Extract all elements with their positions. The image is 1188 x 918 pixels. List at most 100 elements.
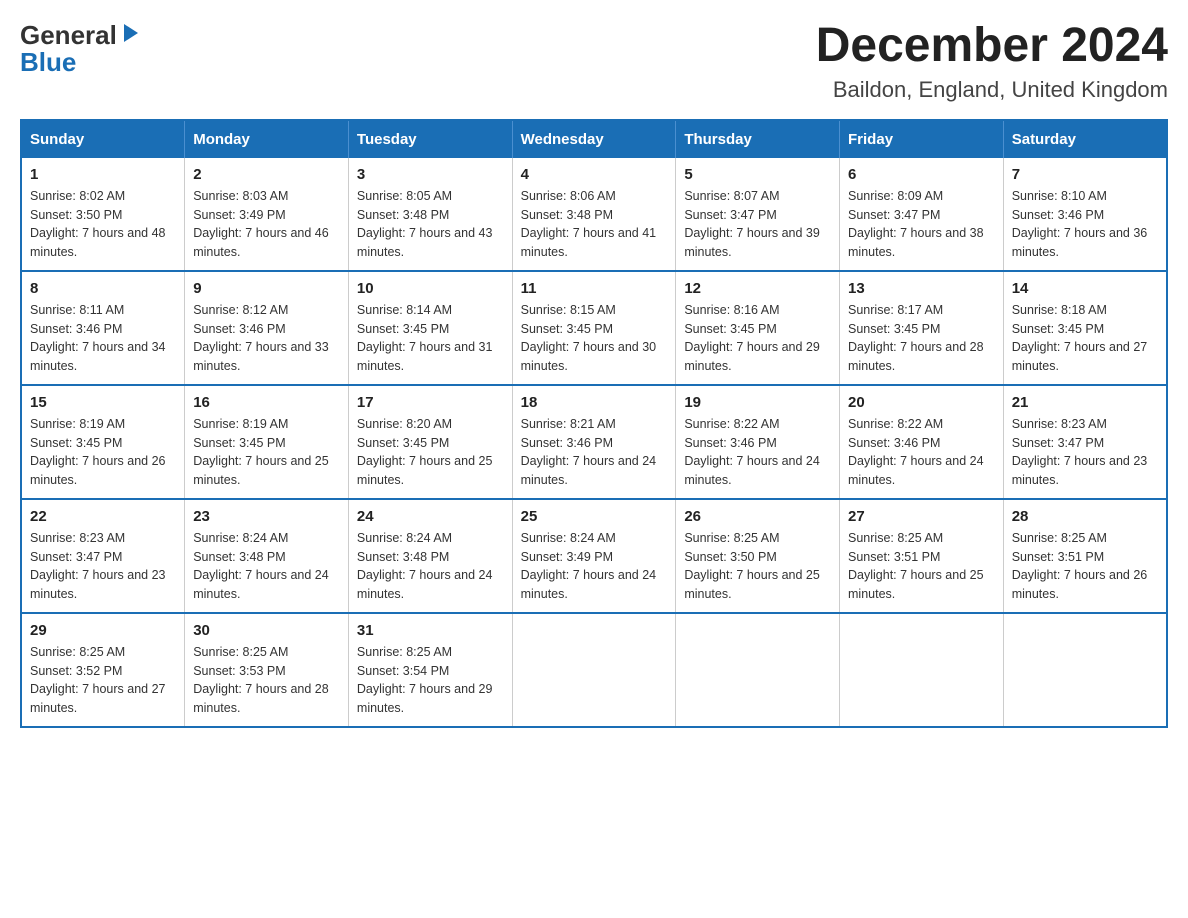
day-info: Sunrise: 8:25 AMSunset: 3:50 PMDaylight:… (684, 529, 831, 604)
day-number: 26 (684, 508, 831, 525)
day-number: 25 (521, 508, 668, 525)
calendar-cell: 5Sunrise: 8:07 AMSunset: 3:47 PMDaylight… (676, 158, 840, 271)
day-number: 30 (193, 622, 340, 639)
day-info: Sunrise: 8:25 AMSunset: 3:51 PMDaylight:… (848, 529, 995, 604)
day-info: Sunrise: 8:06 AMSunset: 3:48 PMDaylight:… (521, 187, 668, 262)
calendar-cell: 15 Sunrise: 8:19 AMSunset: 3:45 PMDayligh… (21, 385, 185, 499)
calendar-cell: 31 Sunrise: 8:25 AMSunset: 3:54 PMDayligh… (348, 613, 512, 727)
column-header-saturday: Saturday (1003, 120, 1167, 158)
calendar-cell: 8 Sunrise: 8:11 AMSunset: 3:46 PMDaylight… (21, 271, 185, 385)
month-title: December 2024 (816, 20, 1168, 73)
logo-arrow-icon (120, 22, 142, 49)
day-number: 18 (521, 394, 668, 411)
column-header-sunday: Sunday (21, 120, 185, 158)
calendar-cell (676, 613, 840, 727)
calendar-cell: 3 Sunrise: 8:05 AMSunset: 3:48 PMDaylight… (348, 158, 512, 271)
calendar-cell (1003, 613, 1167, 727)
day-info: Sunrise: 8:15 AMSunset: 3:45 PMDaylight:… (521, 301, 668, 376)
calendar-cell: 24 Sunrise: 8:24 AMSunset: 3:48 PMDayligh… (348, 499, 512, 613)
day-info: Sunrise: 8:19 AMSunset: 3:45 PMDaylight:… (193, 415, 340, 490)
day-info: Sunrise: 8:22 AMSunset: 3:46 PMDaylight:… (848, 415, 995, 490)
day-info: Sunrise: 8:19 AMSunset: 3:45 PMDaylight:… (30, 415, 176, 490)
calendar-cell: 7 Sunrise: 8:10 AMSunset: 3:46 PMDaylight… (1003, 158, 1167, 271)
calendar-cell: 2Sunrise: 8:03 AMSunset: 3:49 PMDaylight… (185, 158, 349, 271)
calendar-header-row: SundayMondayTuesdayWednesdayThursdayFrid… (21, 120, 1167, 158)
day-info: Sunrise: 8:25 AMSunset: 3:51 PMDaylight:… (1012, 529, 1158, 604)
calendar-cell: 21 Sunrise: 8:23 AMSunset: 3:47 PMDayligh… (1003, 385, 1167, 499)
day-info: Sunrise: 8:11 AMSunset: 3:46 PMDaylight:… (30, 301, 176, 376)
calendar-cell: 18 Sunrise: 8:21 AMSunset: 3:46 PMDayligh… (512, 385, 676, 499)
day-info: Sunrise: 8:12 AMSunset: 3:46 PMDaylight:… (193, 301, 340, 376)
day-info: Sunrise: 8:16 AMSunset: 3:45 PMDaylight:… (684, 301, 831, 376)
title-section: December 2024 Baildon, England, United K… (816, 20, 1168, 103)
day-number: 10 (357, 280, 504, 297)
day-info: Sunrise: 8:23 AMSunset: 3:47 PMDaylight:… (1012, 415, 1158, 490)
column-header-friday: Friday (840, 120, 1004, 158)
day-info: Sunrise: 8:25 AMSunset: 3:54 PMDaylight:… (357, 643, 504, 718)
day-info: Sunrise: 8:25 AMSunset: 3:53 PMDaylight:… (193, 643, 340, 718)
calendar-cell: 19Sunrise: 8:22 AMSunset: 3:46 PMDayligh… (676, 385, 840, 499)
calendar-cell (840, 613, 1004, 727)
day-info: Sunrise: 8:24 AMSunset: 3:49 PMDaylight:… (521, 529, 668, 604)
logo-blue-text: Blue (20, 47, 76, 78)
day-info: Sunrise: 8:24 AMSunset: 3:48 PMDaylight:… (193, 529, 340, 604)
calendar-cell: 13Sunrise: 8:17 AMSunset: 3:45 PMDayligh… (840, 271, 1004, 385)
day-number: 3 (357, 166, 504, 183)
day-number: 20 (848, 394, 995, 411)
calendar-week-row: 22 Sunrise: 8:23 AMSunset: 3:47 PMDayligh… (21, 499, 1167, 613)
day-number: 16 (193, 394, 340, 411)
calendar-week-row: 29 Sunrise: 8:25 AMSunset: 3:52 PMDayligh… (21, 613, 1167, 727)
day-number: 31 (357, 622, 504, 639)
day-number: 29 (30, 622, 176, 639)
day-info: Sunrise: 8:14 AMSunset: 3:45 PMDaylight:… (357, 301, 504, 376)
column-header-monday: Monday (185, 120, 349, 158)
day-info: Sunrise: 8:18 AMSunset: 3:45 PMDaylight:… (1012, 301, 1158, 376)
day-number: 8 (30, 280, 176, 297)
day-number: 22 (30, 508, 176, 525)
day-number: 12 (684, 280, 831, 297)
day-number: 19 (684, 394, 831, 411)
day-number: 6 (848, 166, 995, 183)
day-info: Sunrise: 8:23 AMSunset: 3:47 PMDaylight:… (30, 529, 176, 604)
logo: General Blue (20, 20, 142, 78)
day-info: Sunrise: 8:21 AMSunset: 3:46 PMDaylight:… (521, 415, 668, 490)
day-info: Sunrise: 8:05 AMSunset: 3:48 PMDaylight:… (357, 187, 504, 262)
calendar-cell: 17Sunrise: 8:20 AMSunset: 3:45 PMDayligh… (348, 385, 512, 499)
column-header-tuesday: Tuesday (348, 120, 512, 158)
calendar-week-row: 1 Sunrise: 8:02 AMSunset: 3:50 PMDaylight… (21, 158, 1167, 271)
day-info: Sunrise: 8:09 AMSunset: 3:47 PMDaylight:… (848, 187, 995, 262)
day-info: Sunrise: 8:24 AMSunset: 3:48 PMDaylight:… (357, 529, 504, 604)
day-number: 5 (684, 166, 831, 183)
day-number: 4 (521, 166, 668, 183)
calendar-cell: 25 Sunrise: 8:24 AMSunset: 3:49 PMDayligh… (512, 499, 676, 613)
calendar-cell: 29 Sunrise: 8:25 AMSunset: 3:52 PMDayligh… (21, 613, 185, 727)
day-number: 28 (1012, 508, 1158, 525)
day-number: 7 (1012, 166, 1158, 183)
day-number: 24 (357, 508, 504, 525)
day-info: Sunrise: 8:25 AMSunset: 3:52 PMDaylight:… (30, 643, 176, 718)
day-number: 23 (193, 508, 340, 525)
calendar-cell: 11Sunrise: 8:15 AMSunset: 3:45 PMDayligh… (512, 271, 676, 385)
column-header-thursday: Thursday (676, 120, 840, 158)
day-number: 2 (193, 166, 340, 183)
calendar-cell: 16 Sunrise: 8:19 AMSunset: 3:45 PMDayligh… (185, 385, 349, 499)
day-info: Sunrise: 8:02 AMSunset: 3:50 PMDaylight:… (30, 187, 176, 262)
calendar-table: SundayMondayTuesdayWednesdayThursdayFrid… (20, 119, 1168, 728)
day-number: 1 (30, 166, 176, 183)
calendar-cell: 26 Sunrise: 8:25 AMSunset: 3:50 PMDayligh… (676, 499, 840, 613)
day-number: 15 (30, 394, 176, 411)
day-number: 21 (1012, 394, 1158, 411)
calendar-cell: 20 Sunrise: 8:22 AMSunset: 3:46 PMDayligh… (840, 385, 1004, 499)
day-number: 9 (193, 280, 340, 297)
calendar-cell (512, 613, 676, 727)
calendar-cell: 14Sunrise: 8:18 AMSunset: 3:45 PMDayligh… (1003, 271, 1167, 385)
calendar-cell: 12 Sunrise: 8:16 AMSunset: 3:45 PMDayligh… (676, 271, 840, 385)
calendar-cell: 22 Sunrise: 8:23 AMSunset: 3:47 PMDayligh… (21, 499, 185, 613)
day-info: Sunrise: 8:17 AMSunset: 3:45 PMDaylight:… (848, 301, 995, 376)
calendar-cell: 6 Sunrise: 8:09 AMSunset: 3:47 PMDaylight… (840, 158, 1004, 271)
page-header: General Blue December 2024 Baildon, Engl… (20, 20, 1168, 103)
calendar-cell: 27Sunrise: 8:25 AMSunset: 3:51 PMDayligh… (840, 499, 1004, 613)
calendar-week-row: 15 Sunrise: 8:19 AMSunset: 3:45 PMDayligh… (21, 385, 1167, 499)
calendar-cell: 4 Sunrise: 8:06 AMSunset: 3:48 PMDaylight… (512, 158, 676, 271)
day-info: Sunrise: 8:10 AMSunset: 3:46 PMDaylight:… (1012, 187, 1158, 262)
